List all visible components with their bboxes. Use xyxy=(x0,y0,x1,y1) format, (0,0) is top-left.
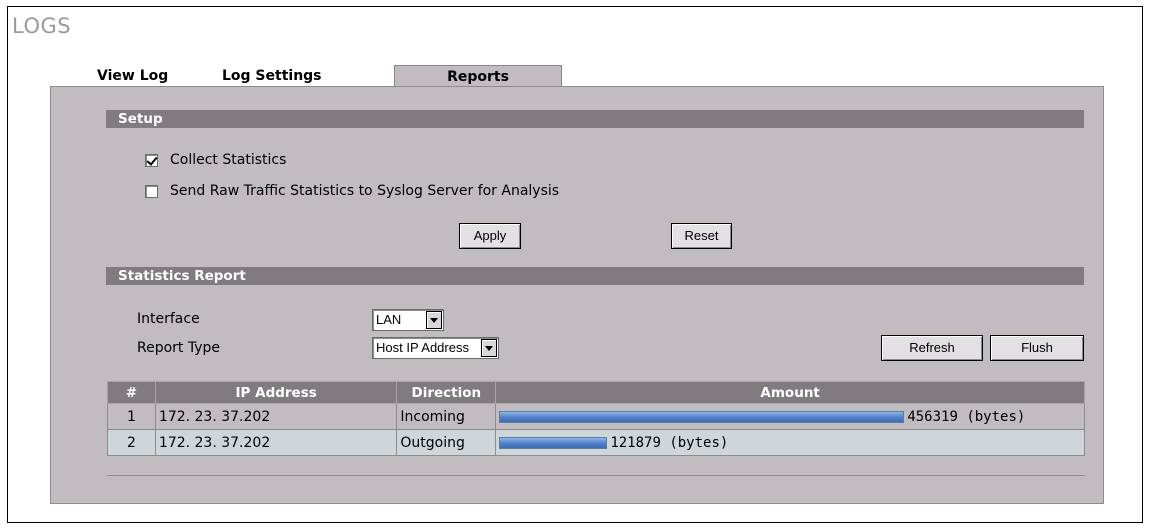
row-amount-cell: 456319 (bytes) xyxy=(495,403,1085,430)
tab-log-settings[interactable]: Log Settings xyxy=(222,65,392,87)
column-header-direction: Direction xyxy=(396,381,497,404)
table-row: 2 172. 23. 37.202 Outgoing 121879 (bytes… xyxy=(107,429,1085,456)
reset-button[interactable]: Reset xyxy=(671,223,732,249)
column-header-amount: Amount xyxy=(495,381,1085,404)
send-raw-statistics-row: Send Raw Traffic Statistics to Syslog Se… xyxy=(145,182,559,200)
row-direction: Incoming xyxy=(396,403,497,430)
row-amount-cell: 121879 (bytes) xyxy=(495,429,1085,456)
column-header-ip-address: IP Address xyxy=(154,381,398,404)
row-ip-address: 172. 23. 37.202 xyxy=(154,429,398,456)
statistics-report-section-header: Statistics Report xyxy=(106,267,1084,285)
row-index: 2 xyxy=(107,429,156,456)
page-title: LOGS xyxy=(12,14,72,38)
amount-value: 456319 (bytes) xyxy=(907,408,1026,425)
chevron-down-icon[interactable] xyxy=(426,311,442,329)
table-row: 1 172. 23. 37.202 Incoming 456319 (bytes… xyxy=(107,403,1085,430)
collect-statistics-checkbox[interactable] xyxy=(145,153,158,167)
bottom-divider xyxy=(107,475,1085,476)
flush-button[interactable]: Flush xyxy=(990,335,1084,361)
report-type-label: Report Type xyxy=(137,340,221,356)
tab-view-log[interactable]: View Log xyxy=(88,65,218,87)
report-type-select[interactable]: Host IP Address xyxy=(372,337,499,359)
row-index: 1 xyxy=(107,403,156,430)
send-raw-statistics-checkbox[interactable] xyxy=(145,184,158,198)
collect-statistics-label: Collect Statistics xyxy=(170,152,287,168)
row-direction: Outgoing xyxy=(396,429,497,456)
amount-bar xyxy=(499,436,608,449)
chevron-down-icon[interactable] xyxy=(481,339,497,357)
report-type-select-value: Host IP Address xyxy=(376,340,469,355)
setup-section-header: Setup xyxy=(106,110,1084,128)
interface-select[interactable]: LAN xyxy=(372,309,444,331)
amount-value: 121879 (bytes) xyxy=(610,434,729,451)
collect-statistics-row: Collect Statistics xyxy=(145,151,286,169)
send-raw-statistics-label: Send Raw Traffic Statistics to Syslog Se… xyxy=(170,183,560,199)
column-header-index: # xyxy=(107,381,156,404)
apply-button[interactable]: Apply xyxy=(459,223,521,249)
row-ip-address: 172. 23. 37.202 xyxy=(154,403,398,430)
interface-select-value: LAN xyxy=(376,312,402,327)
amount-bar xyxy=(499,410,905,423)
interface-label: Interface xyxy=(137,311,200,327)
table-header-row: # IP Address Direction Amount xyxy=(107,381,1085,404)
statistics-table: # IP Address Direction Amount 1 172. 23.… xyxy=(107,381,1085,456)
refresh-button[interactable]: Refresh xyxy=(881,335,983,361)
tab-reports[interactable]: Reports xyxy=(394,65,562,87)
